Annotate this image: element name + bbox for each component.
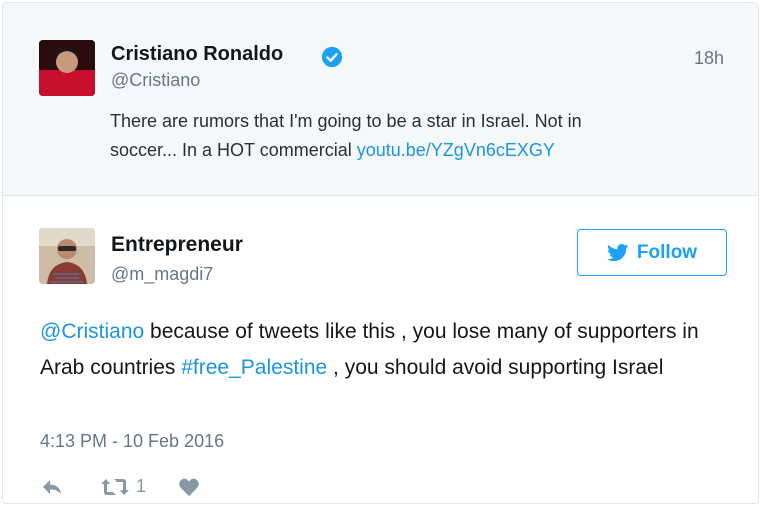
cristiano-avatar[interactable]	[39, 40, 95, 96]
tweet-actions: 1	[40, 476, 200, 497]
follow-label: Follow	[636, 241, 698, 263]
youtube-link[interactable]: youtu.be/YZgVn6cEXGY	[357, 140, 555, 160]
reply-tweet-text: @Cristiano because of tweets like this ,…	[40, 314, 730, 386]
follow-button[interactable]: Follow	[577, 229, 727, 276]
retweet-action[interactable]: 1	[100, 476, 146, 497]
reply-action[interactable]	[40, 477, 64, 497]
parent-text-line2: soccer... In a HOT commercial	[110, 140, 357, 160]
reply-author-name[interactable]: Entrepreneur	[111, 233, 243, 257]
parent-tweet-time[interactable]: 18h	[694, 48, 724, 69]
retweet-icon	[101, 478, 129, 495]
retweet-count: 1	[136, 476, 147, 496]
heart-icon	[179, 478, 199, 496]
parent-author-name[interactable]: Cristiano Ronaldo	[111, 43, 283, 66]
mention-link[interactable]: @Cristiano	[40, 320, 144, 343]
parent-text-line1: There are rumors that I'm going to be a …	[110, 111, 582, 131]
reply-text-part2: , you should avoid supporting Israel	[327, 356, 664, 379]
parent-author-handle[interactable]: @Cristiano	[111, 70, 200, 91]
twitter-bird-icon	[607, 243, 629, 261]
hashtag-link[interactable]: #free_Palestine	[181, 356, 327, 379]
like-action[interactable]	[178, 477, 200, 497]
verified-badge-icon	[321, 46, 343, 68]
parent-tweet[interactable]: Cristiano Ronaldo @Cristiano 18h There a…	[3, 3, 758, 196]
reply-icon	[43, 479, 61, 494]
entrepreneur-avatar[interactable]	[39, 228, 95, 284]
reply-timestamp[interactable]: 4:13 PM - 10 Feb 2016	[40, 431, 224, 452]
parent-tweet-text: There are rumors that I'm going to be a …	[110, 107, 720, 165]
tweet-embed: Cristiano Ronaldo @Cristiano 18h There a…	[2, 2, 759, 504]
reply-author-handle[interactable]: @m_magdi7	[111, 264, 213, 285]
